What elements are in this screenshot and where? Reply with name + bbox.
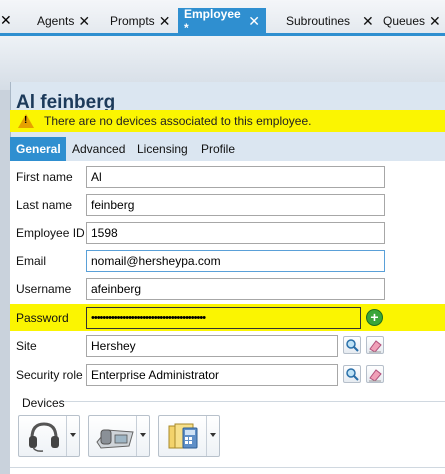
first-name-field[interactable]: Al — [86, 166, 385, 188]
chevron-down-icon[interactable] — [136, 416, 149, 456]
tab-general[interactable]: General — [10, 137, 66, 161]
row-first-name: First name Al — [10, 163, 445, 191]
bottom-divider — [10, 467, 445, 468]
warning-text: There are no devices associated to this … — [44, 114, 312, 128]
deskphone-icon — [96, 429, 134, 449]
eraser-icon — [369, 369, 382, 382]
tab-agents[interactable]: Agents ✕ — [37, 8, 90, 33]
field-label: First name — [16, 170, 73, 184]
devices-divider — [60, 401, 445, 402]
close-icon[interactable]: ✕ — [0, 12, 12, 29]
tab-profile[interactable]: Profile — [201, 137, 235, 161]
headset-icon — [29, 422, 59, 452]
row-password: Password •••••••••••••••••••••••••••••••… — [10, 304, 445, 331]
general-form: First name Al Last name feinberg Employe… — [10, 161, 445, 474]
search-site-button[interactable] — [343, 336, 361, 354]
add-icon[interactable]: + — [366, 309, 383, 326]
clear-site-button[interactable] — [366, 336, 384, 354]
row-username: Username afeinberg — [10, 275, 445, 303]
field-label: Password — [16, 311, 69, 325]
warning-icon: ! — [18, 114, 34, 128]
field-label: Username — [16, 282, 72, 296]
close-icon[interactable]: ✕ — [78, 14, 90, 28]
subtab-bar: General Advanced Licensing Profile — [10, 137, 445, 161]
username-field[interactable]: afeinberg — [86, 278, 385, 300]
row-site: Site Hershey — [10, 332, 445, 360]
field-label: Site — [16, 339, 37, 353]
search-role-button[interactable] — [343, 365, 361, 383]
field-label: Employee ID — [16, 226, 85, 240]
site-field[interactable]: Hershey — [86, 335, 338, 357]
security-role-field[interactable]: Enterprise Administrator — [86, 364, 338, 386]
tab-prompts[interactable]: Prompts ✕ — [110, 8, 170, 33]
employee-id-field[interactable]: 1598 — [86, 222, 385, 244]
tab-subroutines[interactable]: Subroutines ✕ — [286, 8, 374, 33]
magnifier-icon — [346, 339, 359, 352]
field-label: Email — [16, 254, 47, 268]
field-label: Security role — [16, 368, 83, 382]
chevron-down-icon[interactable] — [66, 416, 79, 456]
magnifier-icon — [346, 368, 359, 381]
tab-label: Queues — [383, 13, 426, 28]
row-employee-id: Employee ID 1598 — [10, 219, 445, 247]
tab-label: Subroutines — [286, 13, 351, 28]
add-deskphone-device-button[interactable] — [88, 415, 150, 457]
tab-advanced[interactable]: Advanced — [72, 137, 125, 161]
partial-tab-close[interactable]: ✕ — [0, 8, 12, 33]
eraser-icon — [369, 340, 382, 353]
add-headset-device-button[interactable] — [18, 415, 80, 457]
last-name-field[interactable]: feinberg — [86, 194, 385, 216]
close-icon[interactable]: ✕ — [429, 14, 441, 28]
tab-label: Employee * — [184, 6, 241, 35]
field-label: Last name — [16, 198, 73, 212]
row-email: Email nomail@hersheypa.com — [10, 247, 445, 275]
tab-licensing[interactable]: Licensing — [137, 137, 188, 161]
tab-label: Prompts — [110, 13, 155, 28]
password-field[interactable]: •••••••••••••••••••••••••••••••••••••••• — [86, 307, 361, 329]
tab-label: Agents — [37, 13, 75, 28]
tab-queues[interactable]: Queues ✕ — [383, 8, 441, 33]
row-last-name: Last name feinberg — [10, 191, 445, 219]
chevron-down-icon[interactable] — [206, 416, 219, 456]
email-field[interactable]: nomail@hersheypa.com — [86, 250, 385, 272]
add-softphone-device-button[interactable] — [158, 415, 220, 457]
softphone-icon — [168, 423, 198, 449]
close-icon[interactable]: ✕ — [362, 14, 374, 28]
close-icon[interactable]: ✕ — [159, 14, 171, 28]
tab-strip: ✕ Agents ✕ Prompts ✕ Employee * ✕ Subrou… — [0, 0, 445, 36]
warning-banner: ! There are no devices associated to thi… — [10, 110, 445, 132]
devices-label: Devices — [22, 396, 65, 410]
row-security-role: Security role Enterprise Administrator — [10, 361, 445, 389]
tab-employee[interactable]: Employee * ✕ — [178, 6, 266, 35]
close-icon[interactable]: ✕ — [248, 14, 260, 28]
clear-role-button[interactable] — [366, 365, 384, 383]
